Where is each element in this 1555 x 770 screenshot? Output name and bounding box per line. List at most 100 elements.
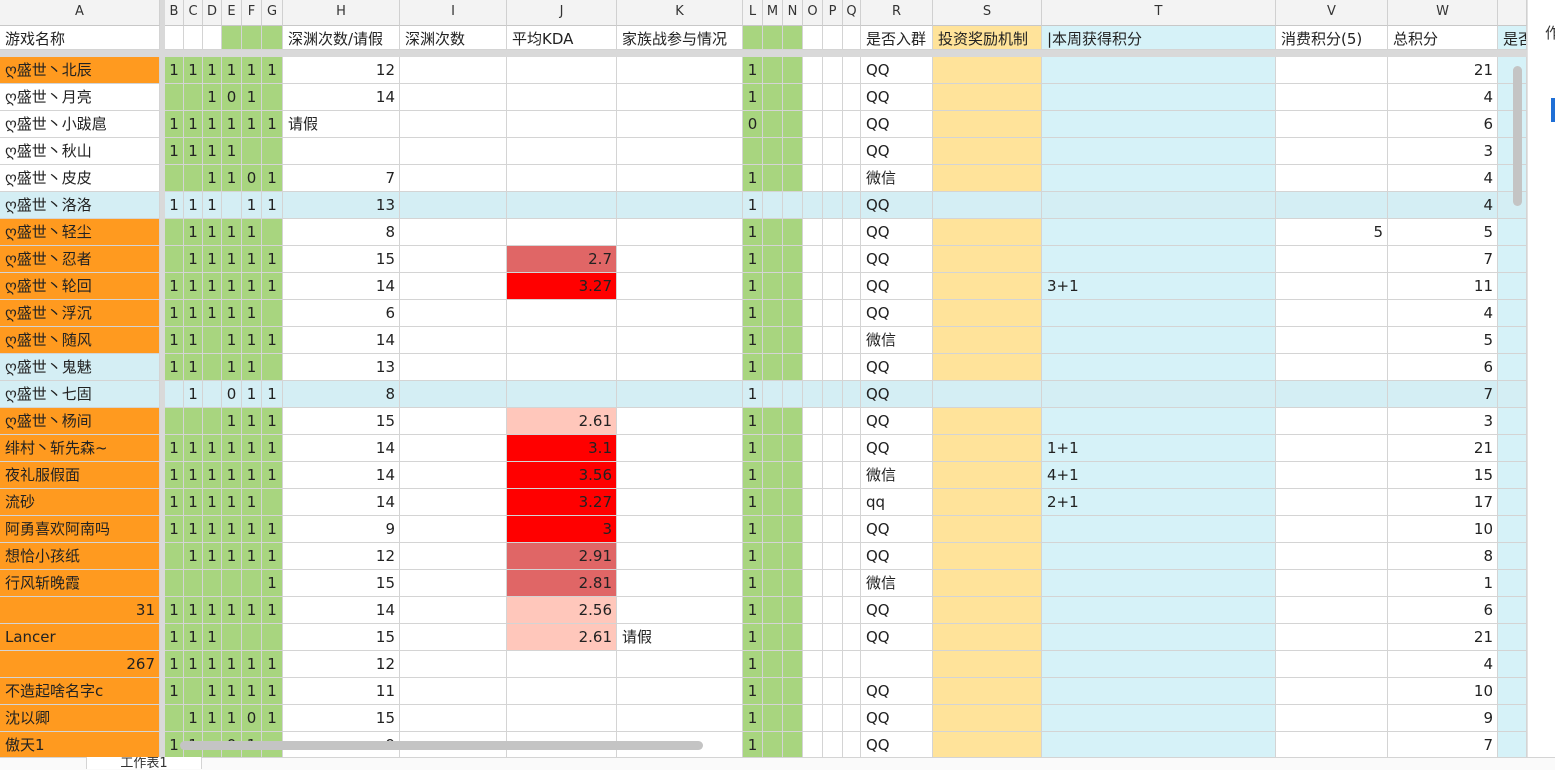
flag-col-m[interactable]	[763, 462, 783, 489]
abyss-count-cell[interactable]	[400, 138, 507, 165]
blank-cell[interactable]	[843, 408, 861, 435]
game-name-cell[interactable]: 傲天1	[0, 732, 160, 759]
investment-reward-cell[interactable]	[933, 327, 1042, 354]
participation-flag-cell[interactable]: 1	[203, 273, 222, 300]
investment-reward-cell[interactable]	[933, 462, 1042, 489]
family-war-cell[interactable]	[617, 381, 743, 408]
participation-flag-cell[interactable]: 1	[222, 57, 242, 84]
header-cell-p[interactable]	[823, 26, 843, 50]
flag-col-m[interactable]	[763, 354, 783, 381]
participation-flag-cell[interactable]: 1	[262, 543, 283, 570]
participation-flag-cell[interactable]: 1	[203, 84, 222, 111]
blank-cell[interactable]	[823, 651, 843, 678]
abyss-count-leave-cell[interactable]	[283, 138, 400, 165]
investment-reward-cell[interactable]	[933, 57, 1042, 84]
investment-reward-cell[interactable]	[933, 192, 1042, 219]
total-points-cell[interactable]: 8	[1388, 543, 1498, 570]
participation-flag-cell[interactable]: 1	[262, 408, 283, 435]
flag-col-n[interactable]	[783, 543, 803, 570]
column-header-x[interactable]	[1498, 0, 1527, 26]
flag-col-n[interactable]	[783, 678, 803, 705]
abyss-count-cell[interactable]	[400, 300, 507, 327]
total-points-cell[interactable]: 6	[1388, 597, 1498, 624]
avg-kda-cell[interactable]: 3.56	[507, 462, 617, 489]
family-war-cell[interactable]	[617, 84, 743, 111]
flag-col-m[interactable]	[763, 111, 783, 138]
blank-cell[interactable]	[843, 246, 861, 273]
flag-col-n[interactable]	[783, 705, 803, 732]
participation-flag-cell[interactable]: 1	[262, 165, 283, 192]
abyss-count-leave-cell[interactable]: 15	[283, 246, 400, 273]
joined-group-cell[interactable]: QQ	[861, 705, 933, 732]
participation-flag-cell[interactable]	[165, 570, 184, 597]
column-header-d[interactable]: D	[203, 0, 222, 26]
flag-col-l[interactable]: 1	[743, 651, 763, 678]
investment-reward-cell[interactable]	[933, 435, 1042, 462]
flag-col-m[interactable]	[763, 84, 783, 111]
abyss-count-leave-cell[interactable]: 14	[283, 462, 400, 489]
participation-flag-cell[interactable]: 1	[203, 138, 222, 165]
weekly-points-cell[interactable]	[1042, 327, 1276, 354]
participation-flag-cell[interactable]	[262, 138, 283, 165]
flag-col-l[interactable]: 1	[743, 381, 763, 408]
column-header-e[interactable]: E	[222, 0, 242, 26]
blank-cell[interactable]	[803, 489, 823, 516]
consumed-points-cell[interactable]	[1276, 651, 1388, 678]
participation-flag-cell[interactable]: 1	[184, 624, 203, 651]
game-name-cell[interactable]: ღ盛世丶鬼魅	[0, 354, 160, 381]
participation-flag-cell[interactable]	[165, 165, 184, 192]
abyss-count-cell[interactable]	[400, 381, 507, 408]
blank-cell[interactable]	[823, 732, 843, 759]
flag-col-l[interactable]: 1	[743, 300, 763, 327]
header-cell-k[interactable]: 家族战参与情况	[617, 26, 743, 50]
consumed-points-cell[interactable]	[1276, 462, 1388, 489]
blank-cell[interactable]	[843, 435, 861, 462]
participation-flag-cell[interactable]: 1	[203, 219, 222, 246]
header-cell-v[interactable]: 消费积分(5)	[1276, 26, 1388, 50]
avg-kda-cell[interactable]	[507, 84, 617, 111]
consumed-points-cell[interactable]	[1276, 354, 1388, 381]
family-war-cell[interactable]	[617, 219, 743, 246]
abyss-count-cell[interactable]	[400, 705, 507, 732]
participation-flag-cell[interactable]: 1	[242, 516, 262, 543]
joined-group-cell[interactable]: QQ	[861, 192, 933, 219]
blank-cell[interactable]	[843, 597, 861, 624]
column-header-v[interactable]: V	[1276, 0, 1388, 26]
weekly-points-cell[interactable]	[1042, 192, 1276, 219]
blank-cell[interactable]	[843, 651, 861, 678]
participation-flag-cell[interactable]: 1	[242, 84, 262, 111]
extra-cell[interactable]	[1498, 354, 1527, 381]
flag-col-n[interactable]	[783, 300, 803, 327]
avg-kda-cell[interactable]: 2.56	[507, 597, 617, 624]
consumed-points-cell[interactable]	[1276, 597, 1388, 624]
participation-flag-cell[interactable]: 1	[184, 219, 203, 246]
family-war-cell[interactable]	[617, 705, 743, 732]
extra-cell[interactable]	[1498, 570, 1527, 597]
abyss-count-leave-cell[interactable]: 14	[283, 435, 400, 462]
participation-flag-cell[interactable]: 0	[222, 84, 242, 111]
participation-flag-cell[interactable]	[203, 381, 222, 408]
avg-kda-cell[interactable]	[507, 705, 617, 732]
column-header-p[interactable]: P	[823, 0, 843, 26]
participation-flag-cell[interactable]: 1	[242, 381, 262, 408]
avg-kda-cell[interactable]	[507, 138, 617, 165]
flag-col-m[interactable]	[763, 408, 783, 435]
family-war-cell[interactable]	[617, 678, 743, 705]
avg-kda-cell[interactable]	[507, 111, 617, 138]
total-points-cell[interactable]: 4	[1388, 84, 1498, 111]
header-cell-w[interactable]: 总积分	[1388, 26, 1498, 50]
flag-col-l[interactable]: 1	[743, 84, 763, 111]
participation-flag-cell[interactable]: 1	[242, 273, 262, 300]
participation-flag-cell[interactable]: 1	[222, 300, 242, 327]
flag-col-n[interactable]	[783, 111, 803, 138]
flag-col-l[interactable]: 1	[743, 408, 763, 435]
participation-flag-cell[interactable]	[203, 327, 222, 354]
blank-cell[interactable]	[803, 273, 823, 300]
blank-cell[interactable]	[843, 489, 861, 516]
header-cell-a[interactable]: 游戏名称	[0, 26, 160, 50]
participation-flag-cell[interactable]	[262, 300, 283, 327]
flag-col-l[interactable]: 1	[743, 624, 763, 651]
extra-cell[interactable]	[1498, 273, 1527, 300]
total-points-cell[interactable]: 4	[1388, 300, 1498, 327]
total-points-cell[interactable]: 4	[1388, 192, 1498, 219]
